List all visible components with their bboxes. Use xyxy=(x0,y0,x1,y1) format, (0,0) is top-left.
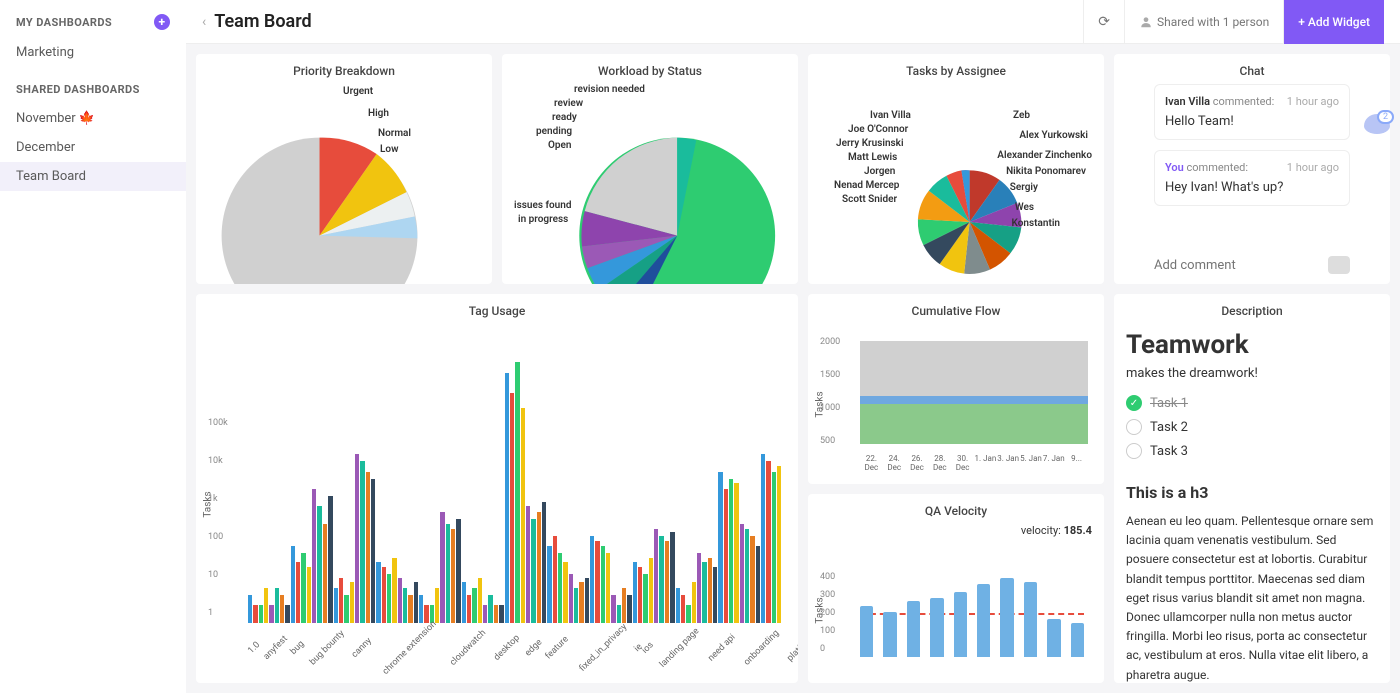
comment-input[interactable] xyxy=(1154,258,1320,273)
label-sergiy: Sergiy xyxy=(1010,182,1038,193)
desc-h3: This is a h3 xyxy=(1126,483,1378,502)
comment-icon[interactable] xyxy=(1328,256,1350,274)
msg-author: Ivan Villa xyxy=(1165,95,1210,108)
workload-status-card: Workload by Status revision needed revie… xyxy=(502,54,798,284)
shared-dashboards-header: SHARED DASHBOARDS xyxy=(16,83,170,96)
label-review: review xyxy=(554,98,583,109)
description-card: Description Teamwork makes the dreamwork… xyxy=(1114,294,1390,683)
watchers-badge: 2 xyxy=(1377,110,1394,124)
label-jorgen: Jorgen xyxy=(864,166,895,177)
check-icon[interactable] xyxy=(1126,419,1142,435)
tasks-assignee-card: Tasks by Assignee xyxy=(808,54,1104,284)
workload-title: Workload by Status xyxy=(514,64,786,78)
qa-title: QA Velocity xyxy=(820,504,1092,518)
shared-with-button[interactable]: Shared with 1 person xyxy=(1124,0,1283,44)
chat-message: Ivan Villa commented: 1 hour ago Hello T… xyxy=(1154,84,1350,140)
label-high: High xyxy=(368,108,389,119)
tag-title: Tag Usage xyxy=(208,304,786,318)
sidebar-item-marketing[interactable]: Marketing xyxy=(0,38,186,67)
label-matt: Matt Lewis xyxy=(848,152,897,163)
priority-breakdown-card: Priority Breakdown Urgent High Normal Lo… xyxy=(196,54,492,284)
workload-pie: revision needed review ready pending Ope… xyxy=(514,84,786,284)
flow-chart: Tasks 500 1000 1500 2000 22. Dec24. Dec2… xyxy=(820,324,1092,474)
msg-time: 1 hour ago xyxy=(1287,95,1339,108)
label-wes: Wes xyxy=(1015,202,1034,213)
my-dashboards-header: MY DASHBOARDS + xyxy=(16,14,170,30)
desc-title: Description xyxy=(1126,304,1378,318)
sidebar-item-team-board[interactable]: Team Board xyxy=(0,162,186,191)
qa-chart: Tasks 0 100 200 300 400 xyxy=(820,537,1092,674)
person-icon xyxy=(1139,15,1153,29)
label-alex: Alex Yurkowski xyxy=(1019,130,1088,141)
msg-text: Hey Ivan! What's up? xyxy=(1165,180,1339,195)
label-low: Low xyxy=(380,144,398,155)
label-revision: revision needed xyxy=(574,84,645,95)
label-nikita: Nikita Ponomarev xyxy=(1006,166,1086,177)
chat-body: Ivan Villa commented: 1 hour ago Hello T… xyxy=(1154,84,1350,244)
chat-title: Chat xyxy=(1154,64,1350,78)
label-jerry: Jerry Krusinski xyxy=(836,138,904,149)
flow-title: Cumulative Flow xyxy=(820,304,1092,318)
label-inprog: in progress xyxy=(518,214,568,225)
label-pending: pending xyxy=(536,126,572,137)
msg-author: You xyxy=(1165,161,1184,174)
cumulative-flow-card: Cumulative Flow Tasks 500 1000 1500 2000… xyxy=(808,294,1104,484)
desc-subheading: makes the dreamwork! xyxy=(1126,366,1378,381)
assignee-pie: Ivan Villa Joe O'Connor Jerry Krusinski … xyxy=(820,84,1092,284)
qa-velocity-card: QA Velocity velocity: 185.4 Tasks 0 100 … xyxy=(808,494,1104,684)
msg-time: 1 hour ago xyxy=(1287,161,1339,174)
label-urgent: Urgent xyxy=(343,86,373,97)
desc-paragraph: Aenean eu leo quam. Pellentesque ornare … xyxy=(1126,512,1378,683)
add-widget-button[interactable]: + Add Widget xyxy=(1283,0,1384,44)
label-scott: Scott Snider xyxy=(842,194,897,205)
tag-usage-card: Tag Usage Tasks 1 10 100 1k 10k 100k 1.0… xyxy=(196,294,798,683)
label-nenad: Nenad Mercep xyxy=(834,180,899,191)
sidebar-item-november[interactable]: November 🍁 xyxy=(0,104,186,133)
label-ivan: Ivan Villa xyxy=(870,110,911,121)
msg-text: Hello Team! xyxy=(1165,114,1339,129)
chat-card: Chat Ivan Villa commented: 1 hour ago He… xyxy=(1114,54,1390,284)
task-item[interactable]: Task 3 xyxy=(1126,443,1378,459)
check-done-icon[interactable]: ✓ xyxy=(1126,395,1142,411)
label-zeb: Zeb xyxy=(1013,110,1030,121)
priority-title: Priority Breakdown xyxy=(208,64,480,78)
assignee-title: Tasks by Assignee xyxy=(820,64,1092,78)
shared-dashboards-label: SHARED DASHBOARDS xyxy=(16,83,140,96)
label-normal: Normal xyxy=(378,128,411,139)
label-alexander: Alexander Zinchenko xyxy=(997,150,1092,161)
check-icon[interactable] xyxy=(1126,443,1142,459)
collapse-sidebar-icon[interactable]: ‹ xyxy=(202,14,206,30)
my-dashboards-label: MY DASHBOARDS xyxy=(16,16,112,29)
eye-icon[interactable]: 2 xyxy=(1364,114,1390,134)
task-item[interactable]: Task 2 xyxy=(1126,419,1378,435)
label-joe: Joe O'Connor xyxy=(848,124,908,135)
chat-input-row xyxy=(1154,244,1350,274)
velocity-label: velocity: 185.4 xyxy=(820,524,1092,537)
refresh-button[interactable]: ⟳ xyxy=(1083,0,1124,44)
add-dashboard-button[interactable]: + xyxy=(154,14,170,30)
label-issues: issues found xyxy=(514,200,571,211)
label-konst: Konstantin xyxy=(1012,218,1060,229)
tag-chart: Tasks 1 10 100 1k 10k 100k 1.0anyfestbug… xyxy=(208,324,786,673)
priority-pie: Urgent High Normal Low None xyxy=(208,84,480,284)
desc-heading: Teamwork xyxy=(1126,330,1378,360)
shared-with-label: Shared with 1 person xyxy=(1157,15,1269,29)
chat-message: You commented: 1 hour ago Hey Ivan! What… xyxy=(1154,150,1350,206)
label-ready: ready xyxy=(552,112,577,123)
page-title: Team Board xyxy=(214,11,1083,32)
topbar: ‹ Team Board ⟳ Shared with 1 person + Ad… xyxy=(186,0,1400,44)
label-open: Open xyxy=(548,140,572,151)
sidebar: MY DASHBOARDS + Marketing SHARED DASHBOA… xyxy=(0,0,186,693)
sidebar-item-december[interactable]: December xyxy=(0,133,186,162)
task-item[interactable]: ✓Task 1 xyxy=(1126,395,1378,411)
